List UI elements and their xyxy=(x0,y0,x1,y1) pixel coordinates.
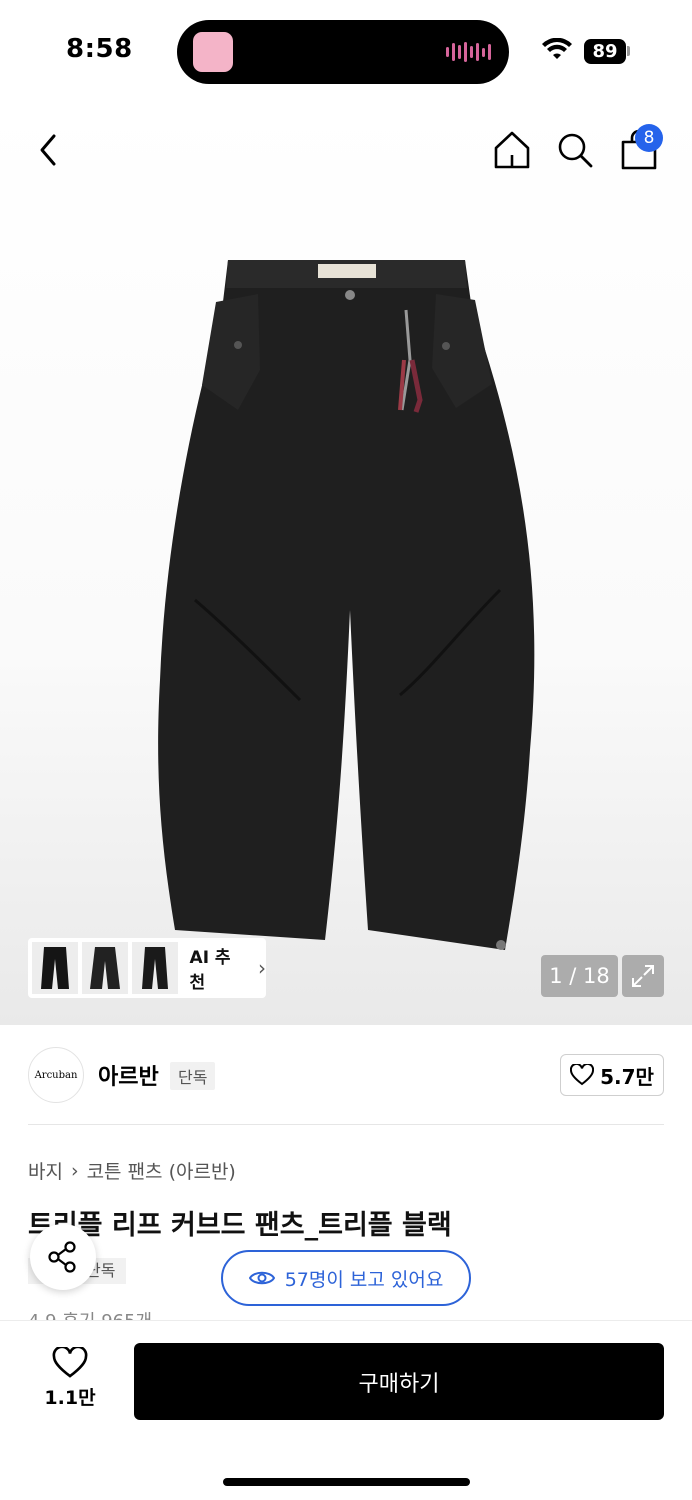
wishlist-button[interactable]: 1.1만 xyxy=(30,1347,110,1415)
chevron-right-icon: › xyxy=(258,956,267,980)
share-icon xyxy=(48,1241,76,1273)
dynamic-island xyxy=(177,20,509,84)
home-indicator[interactable] xyxy=(223,1478,470,1486)
ai-thumbnail-2[interactable] xyxy=(81,942,128,994)
product-image xyxy=(158,260,535,950)
viewers-count-text: 57명이 보고 있어요 xyxy=(284,1268,444,1291)
breadcrumb-separator-icon: › xyxy=(70,1159,79,1182)
battery-indicator: 89 xyxy=(584,39,626,64)
status-time: 8:58 xyxy=(66,34,133,64)
ai-thumbnail-1[interactable] xyxy=(32,942,78,994)
ai-recommend-label: AI 추천 xyxy=(189,948,231,993)
ai-thumbnail-3[interactable] xyxy=(131,942,178,994)
product-title: 트리플 리프 커브드 팬츠_트리플 블랙 xyxy=(28,1210,452,1241)
brand-name[interactable]: 아르반 xyxy=(98,1059,159,1091)
breadcrumb-category[interactable]: 바지 xyxy=(28,1157,63,1184)
brand-like-button[interactable]: 5.7만 xyxy=(560,1054,664,1096)
wishlist-count: 1.1만 xyxy=(44,1387,96,1409)
heart-icon xyxy=(570,1064,595,1086)
share-button[interactable] xyxy=(30,1224,96,1290)
brand-exclusive-tag: 단독 xyxy=(170,1062,216,1090)
battery-cap xyxy=(627,46,630,56)
heart-icon xyxy=(52,1347,88,1378)
cart-count-badge: 8 xyxy=(635,124,663,152)
pants-thumbnail-icon xyxy=(89,947,120,989)
now-playing-artwork xyxy=(193,32,233,72)
product-gallery[interactable]: 8 AI 추천 › 1 / 18 xyxy=(0,100,692,1025)
expand-icon xyxy=(632,965,654,987)
divider xyxy=(28,1124,664,1125)
viewers-count-pill: 57명이 보고 있어요 xyxy=(221,1250,471,1306)
home-icon[interactable] xyxy=(490,128,534,172)
ai-recommendation-strip[interactable]: AI 추천 › xyxy=(28,938,266,998)
wifi-icon xyxy=(542,38,572,59)
eye-icon xyxy=(248,1271,275,1285)
pants-thumbnail-icon xyxy=(141,947,168,989)
brand-logo[interactable]: Arcuban xyxy=(28,1047,84,1103)
status-bar: 8:58 89 xyxy=(0,0,692,100)
pants-thumbnail-icon xyxy=(40,947,69,989)
buy-button[interactable]: 구매하기 xyxy=(134,1343,664,1420)
chevron-left-icon[interactable] xyxy=(32,130,68,170)
brand-like-count: 5.7만 xyxy=(600,1064,654,1089)
search-icon[interactable] xyxy=(555,130,595,170)
breadcrumb: 바지 › 코튼 팬츠 (아르반) xyxy=(28,1157,236,1184)
expand-button[interactable] xyxy=(622,955,664,997)
image-page-counter: 1 / 18 xyxy=(541,955,618,997)
breadcrumb-subcategory[interactable]: 코튼 팬츠 (아르반) xyxy=(87,1157,236,1184)
audio-waveform-icon xyxy=(446,41,491,63)
bottom-action-bar: 1.1만 구매하기 xyxy=(0,1320,692,1500)
brand-row[interactable]: Arcuban 아르반 단독 5.7만 xyxy=(28,1047,664,1103)
